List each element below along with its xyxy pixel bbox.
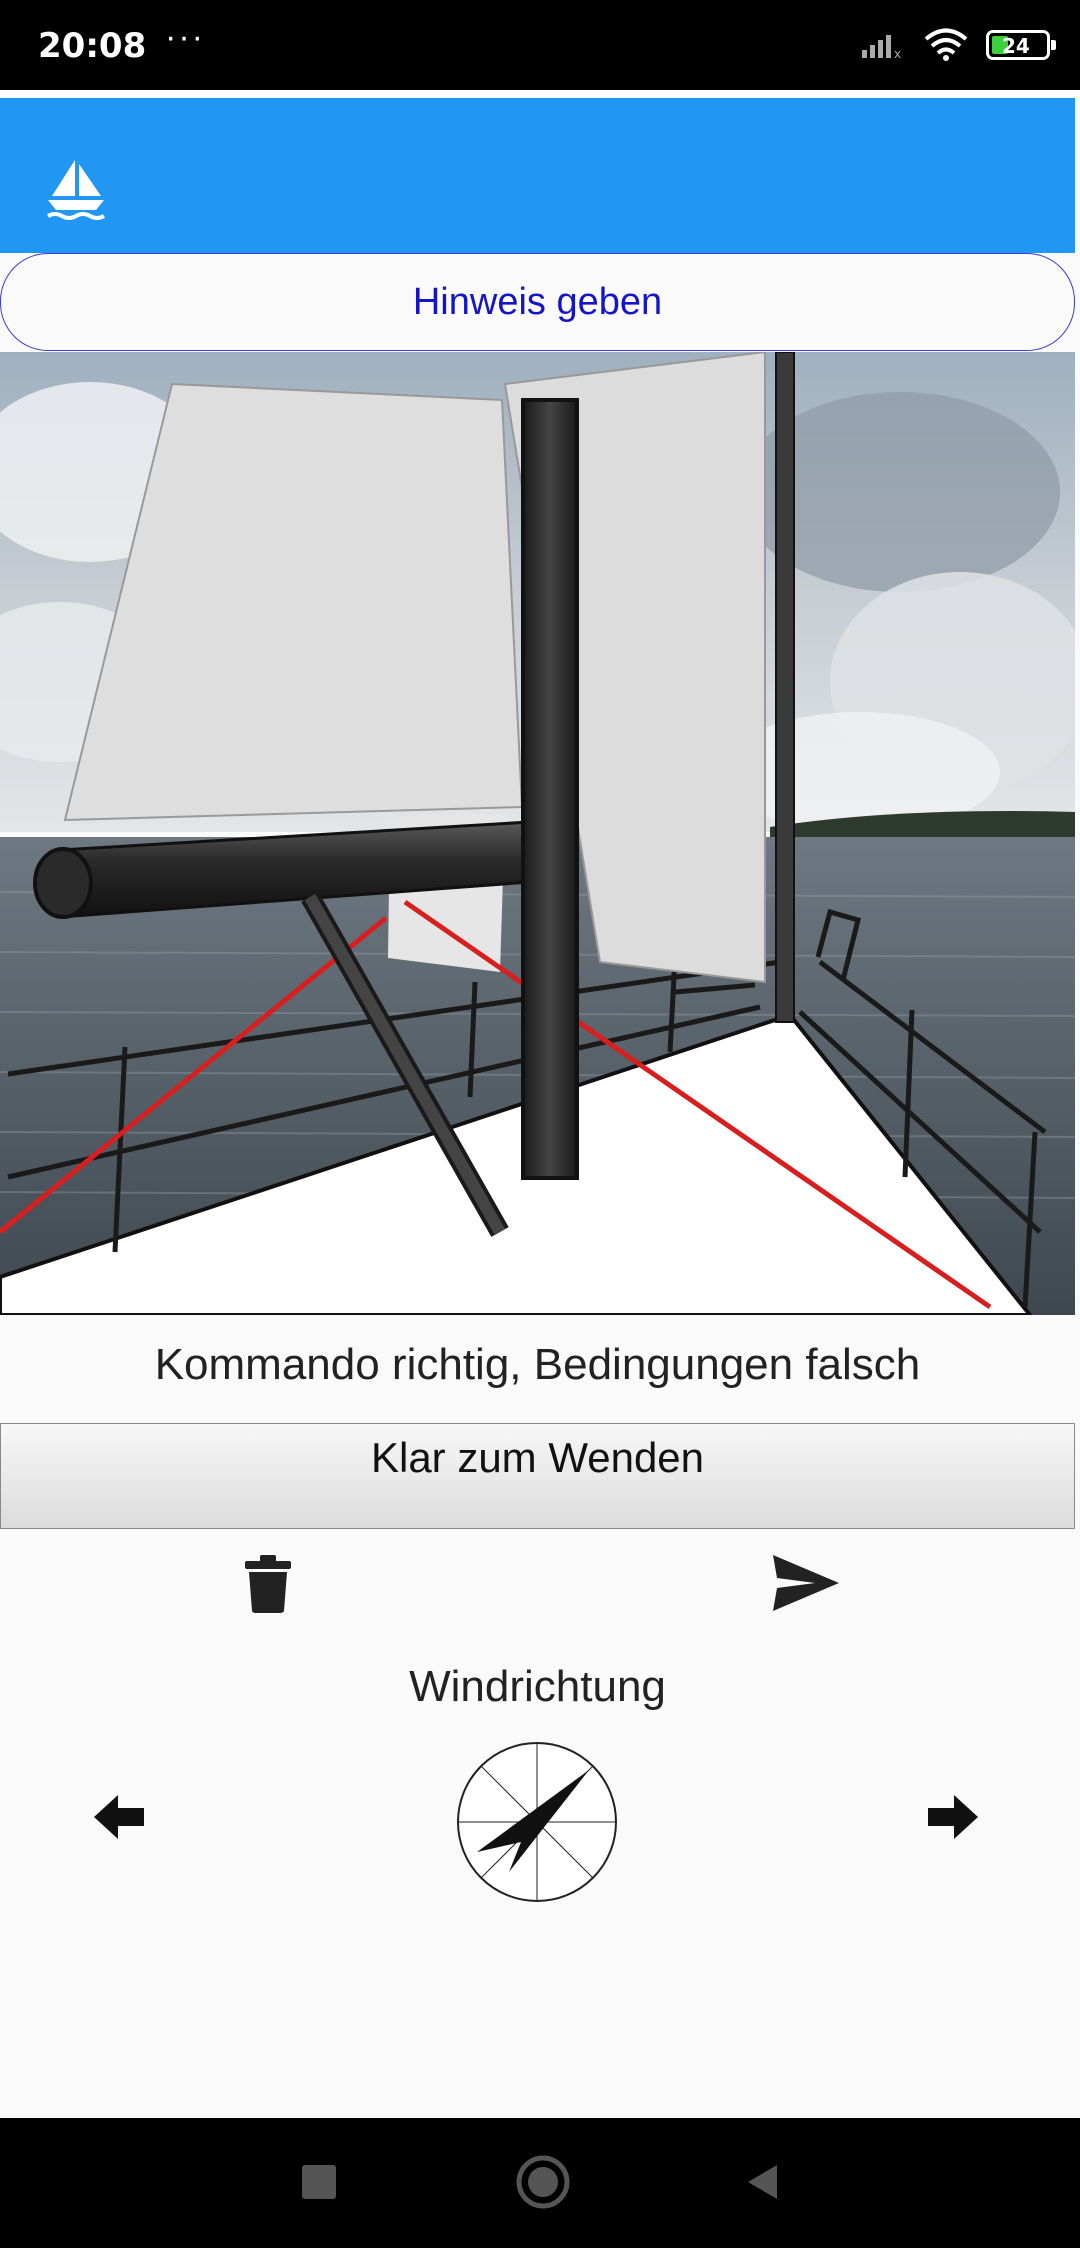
- sailboat-icon: [47, 160, 105, 220]
- status-bar: 20:08 ··· x 24: [0, 0, 1080, 90]
- hint-button[interactable]: Hinweis geben: [0, 253, 1075, 351]
- command-field[interactable]: Klar zum Wenden: [0, 1423, 1075, 1529]
- home-icon[interactable]: [515, 2154, 571, 2210]
- status-time: 20:08: [38, 26, 147, 66]
- arrow-right-icon[interactable]: [928, 1795, 978, 1839]
- recents-icon[interactable]: [299, 2162, 339, 2202]
- status-dots: ···: [165, 18, 205, 56]
- sailboat-scene: [0, 352, 1075, 1315]
- compass-icon[interactable]: [455, 1740, 619, 1904]
- signal-icon: x: [862, 35, 901, 60]
- status-divider: [0, 90, 1080, 98]
- svg-text:x: x: [894, 47, 901, 60]
- arrow-left-icon[interactable]: [94, 1795, 144, 1839]
- app-bar: [0, 98, 1075, 253]
- trash-icon[interactable]: [245, 1555, 291, 1613]
- send-icon[interactable]: [773, 1555, 839, 1611]
- feedback-text: Kommando richtig, Bedingungen falsch: [154, 1340, 921, 1389]
- status-icons: x 24: [860, 28, 1056, 62]
- wind-direction-label: Windrichtung: [409, 1662, 666, 1711]
- back-icon[interactable]: [743, 2162, 783, 2202]
- navigation-bar: [0, 2118, 1080, 2248]
- wifi-icon: [924, 28, 968, 61]
- battery-icon: 24: [986, 30, 1056, 60]
- battery-level: 24: [1002, 34, 1030, 58]
